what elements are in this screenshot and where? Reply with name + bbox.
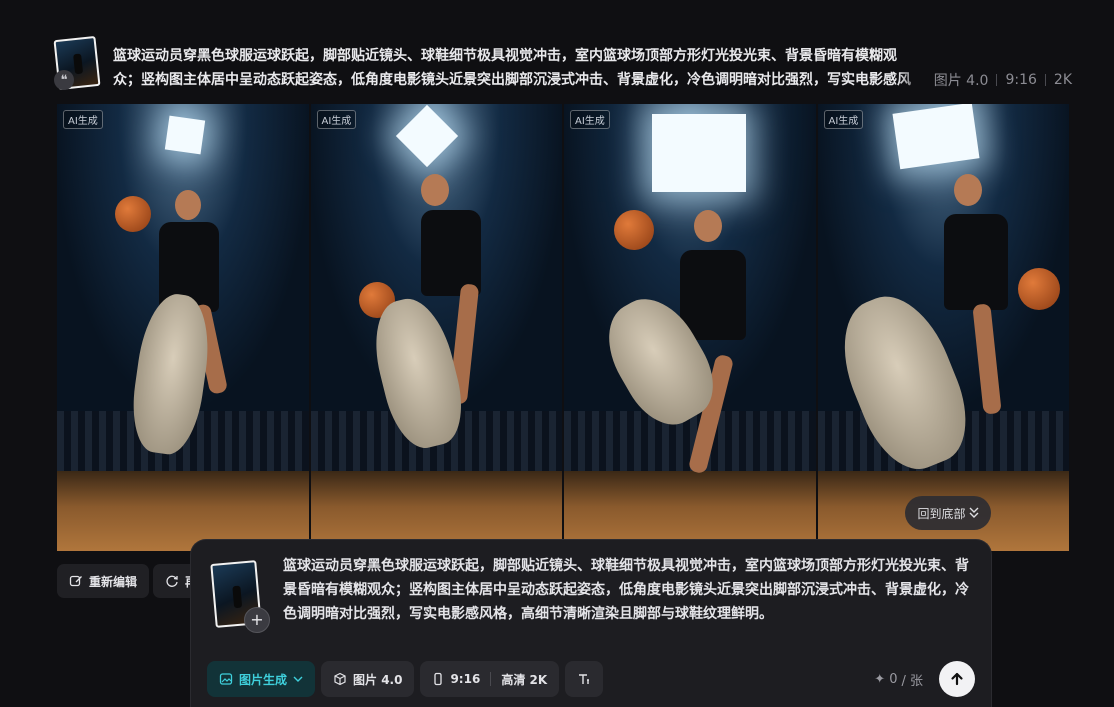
ai-generated-badge: AI生成 — [570, 110, 610, 129]
refresh-icon — [165, 574, 179, 588]
meta-divider — [996, 74, 998, 86]
text-format-icon — [577, 672, 591, 686]
result-actions: 重新编辑 再 — [57, 564, 210, 598]
meta-divider — [1044, 74, 1046, 86]
double-chevron-down-icon — [969, 507, 979, 519]
ratio-quality-selector[interactable]: 9:16 高清 2K — [420, 661, 560, 697]
ai-generated-badge: AI生成 — [63, 110, 103, 129]
reedit-button[interactable]: 重新编辑 — [57, 564, 150, 598]
plus-icon[interactable]: + — [244, 607, 270, 633]
edit-icon — [69, 574, 83, 588]
meta-resolution: 2K — [1053, 72, 1072, 88]
model-selector[interactable]: 图片 4.0 — [321, 661, 415, 697]
send-button[interactable] — [939, 661, 975, 697]
credits-unit: / 张 — [901, 673, 923, 689]
credits-indicator: ✦ 0 / 张 — [874, 670, 923, 689]
image-grid: AI生成 AI生成 AI生成 AI生成 — [57, 104, 1069, 551]
prompt-input[interactable]: 篮球运动员穿黑色球服运球跃起，脚部贴近镜头、球鞋细节极具视觉冲击，室内篮球场顶部… — [283, 554, 973, 626]
ai-generated-badge: AI生成 — [316, 110, 357, 129]
ai-generated-badge: AI生成 — [823, 110, 864, 129]
generated-image-2[interactable]: AI生成 — [310, 104, 562, 551]
mode-label: 图片生成 — [239, 672, 288, 687]
chevron-down-icon — [293, 675, 303, 683]
generated-image-1[interactable]: AI生成 — [57, 104, 309, 551]
prompt-header: ❝ 篮球运动员穿黑色球服运球跃起，脚部贴近镜头、球鞋细节极具视觉冲击，室内篮球场… — [53, 35, 1072, 94]
model-label: 图片 4.0 — [353, 672, 403, 687]
meta-ratio: 9:16 — [1005, 72, 1037, 88]
image-icon — [219, 672, 233, 686]
prompt-composer: + 篮球运动员穿黑色球服运球跃起，脚部贴近镜头、球鞋细节极具视觉冲击，室内篮球场… — [190, 539, 992, 707]
sparkle-icon: ✦ — [874, 671, 886, 687]
arrow-up-icon — [949, 671, 965, 687]
generated-image-3[interactable]: AI生成 — [564, 104, 816, 551]
ratio-label: 9:16 — [450, 672, 481, 686]
chip-divider — [490, 672, 492, 686]
quote-icon[interactable]: ❝ — [54, 70, 74, 90]
back-to-bottom-button[interactable]: 回到底部 — [905, 496, 991, 530]
credits-value: 0 — [889, 671, 898, 687]
cube-icon — [333, 672, 347, 686]
mode-selector[interactable]: 图片生成 — [207, 661, 316, 697]
meta-model: 图片 4.0 — [933, 73, 989, 89]
prompt-meta: 图片 4.0 9:16 2K — [897, 68, 1072, 92]
portrait-icon — [432, 672, 444, 686]
text-format-button[interactable] — [565, 661, 604, 697]
back-to-bottom-label: 回到底部 — [917, 506, 966, 521]
quality-label: 高清 2K — [501, 672, 548, 687]
reedit-label: 重新编辑 — [89, 574, 138, 589]
composer-toolbar: 图片生成 图片 4.0 9:16 高清 2K ✦ 0 / 张 — [207, 661, 975, 697]
generated-image-4[interactable]: AI生成 — [817, 104, 1069, 551]
